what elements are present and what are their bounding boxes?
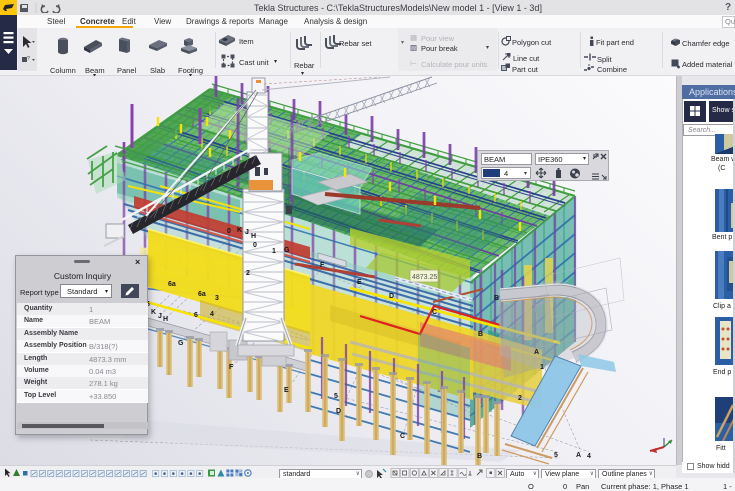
svg-text:6a: 6a — [198, 291, 206, 298]
svg-text:5: 5 — [554, 452, 558, 459]
svg-text:E: E — [284, 387, 289, 394]
svg-text:D: D — [389, 293, 394, 300]
svg-text:H: H — [251, 233, 256, 240]
svg-text:0: 0 — [227, 228, 231, 235]
svg-text:G: G — [284, 247, 290, 254]
svg-text:C: C — [400, 433, 405, 440]
svg-text:6: 6 — [194, 312, 198, 319]
svg-text:H: H — [163, 316, 168, 323]
svg-text:F: F — [229, 364, 234, 371]
svg-text:K: K — [151, 309, 156, 316]
svg-text:B: B — [494, 295, 499, 302]
svg-text:6a: 6a — [168, 281, 176, 288]
svg-text:2: 2 — [246, 270, 250, 277]
svg-text:A: A — [534, 349, 539, 356]
svg-text:B: B — [477, 453, 482, 460]
svg-text:K: K — [237, 227, 242, 234]
svg-text:4: 4 — [587, 453, 591, 460]
svg-text:5: 5 — [334, 393, 338, 400]
svg-text:2: 2 — [518, 395, 522, 402]
svg-text:D: D — [336, 408, 341, 415]
svg-text:1: 1 — [540, 364, 544, 371]
svg-text:C: C — [432, 309, 437, 316]
svg-text:3: 3 — [215, 295, 219, 302]
svg-text:?: ? — [27, 56, 30, 62]
svg-text:B: B — [478, 331, 483, 338]
svg-text:E: E — [357, 279, 362, 286]
svg-text:1: 1 — [272, 248, 276, 255]
svg-text:4873.25: 4873.25 — [412, 274, 437, 281]
svg-text:J: J — [245, 229, 249, 236]
svg-text:0: 0 — [253, 242, 257, 249]
svg-text:G: G — [178, 340, 184, 347]
svg-text:J: J — [158, 313, 162, 320]
svg-text:F: F — [320, 262, 325, 269]
svg-text:A: A — [576, 452, 581, 459]
svg-text:4: 4 — [210, 311, 214, 318]
